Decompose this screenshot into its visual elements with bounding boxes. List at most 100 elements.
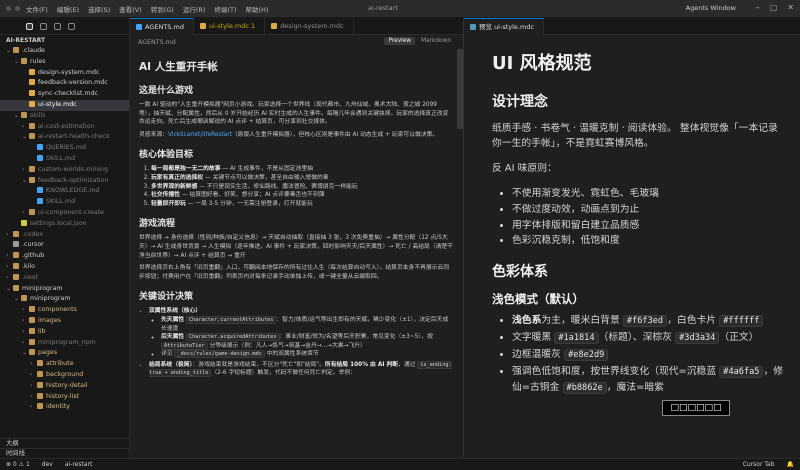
inline-code: AttributeTier	[161, 341, 208, 350]
status-problems[interactable]: ⊗ 0 ⚠ 1	[0, 461, 36, 468]
status-workspace[interactable]: ai-restart	[59, 461, 99, 468]
folder-icon	[37, 381, 43, 388]
tree-label: ai-cost-estimation	[38, 122, 95, 130]
preview-mode-button[interactable]: Preview	[384, 37, 416, 45]
tab-preview-ui-style[interactable]: 预览 ui-style.mdc	[464, 18, 545, 35]
folder-icon	[29, 306, 35, 313]
status-branch[interactable]: dev	[36, 461, 59, 468]
close-icon[interactable]: ✕	[787, 3, 794, 12]
inspiration-link[interactable]: VickScarlet/lifeRestart	[168, 132, 232, 138]
goals-list: 每一局都是独一无二的故事 — AI 生成事件，不是从固定池里抽玩家有真正的选择权…	[139, 165, 453, 208]
tree-folder[interactable]: › .github	[0, 251, 129, 262]
tree-file[interactable]: QUERIES.md	[0, 143, 129, 154]
menu-item[interactable]: 编辑(E)	[57, 4, 79, 14]
menu-item[interactable]: 运行(R)	[183, 4, 206, 14]
tree-label: feedback-version.mdc	[38, 79, 108, 87]
tree-label: ai-restart-health-check	[38, 133, 110, 141]
folder-icon	[13, 230, 19, 237]
color-code: #b8862e	[562, 382, 607, 395]
tree-folder[interactable]: ⌄ rules	[0, 57, 129, 68]
tree-folder[interactable]: › .kilo	[0, 262, 129, 273]
tree-folder[interactable]: ⌄ ai-restart-health-check	[0, 132, 129, 143]
tree-label: components	[38, 306, 77, 314]
sidebar-section-0[interactable]: 大纲	[0, 438, 129, 448]
tree-label: custom-worlds-mining	[38, 165, 108, 173]
menu-item[interactable]: 终端(T)	[214, 4, 236, 14]
bold-text: 轻量即开即玩	[151, 200, 186, 207]
status-cursor-tab[interactable]: Cursor Tab	[737, 461, 781, 468]
bell-icon[interactable]: 🔔	[781, 461, 800, 468]
tree-folder[interactable]: ⌄ skills	[0, 111, 129, 122]
tree-file[interactable]: SKILL.md	[0, 197, 129, 208]
tree-folder[interactable]: ⌄ feedback-optimization	[0, 176, 129, 187]
tree-label: KNOWLEDGE.md	[46, 187, 100, 195]
editor-tab[interactable]: ui-style.mdc 1	[194, 18, 266, 35]
tree-folder[interactable]: › ui-component-create	[0, 208, 129, 219]
tree-folder[interactable]: › attribute	[0, 359, 129, 370]
editor-pane: AGENTS.md ui-style.mdc 1 design-system.mdc…	[130, 18, 464, 458]
extensions-icon[interactable]	[68, 22, 75, 30]
tree-folder[interactable]: › lib	[0, 327, 129, 338]
color-code: #1a1814	[554, 331, 599, 344]
text: （2-6 字短标题）触发，代码不做任何死亡判定。举例：	[211, 370, 356, 377]
tree-folder[interactable]: › images	[0, 316, 129, 327]
tree-folder[interactable]: › history-detail	[0, 381, 129, 392]
list-item: 强调色低饱和度，按世界线变化（现代=沉稳蓝 #4a6fa5，修仙=古铜金 #b8…	[512, 364, 786, 398]
tree-label: .github	[22, 252, 45, 260]
tree-folder[interactable]: › .codex	[0, 230, 129, 241]
tree-file[interactable]: settings.local.json	[0, 219, 129, 230]
menu-item[interactable]: 转到(G)	[151, 4, 174, 14]
tree-folder[interactable]: › ai-cost-estimation	[0, 122, 129, 133]
tree-folder[interactable]: › identity	[0, 402, 129, 413]
tree-file[interactable]: KNOWLEDGE.md	[0, 186, 129, 197]
text: ，魔法=暗紫	[606, 382, 664, 394]
breadcrumb-file[interactable]: AGENTS.md	[138, 39, 176, 46]
markdown-mode-button[interactable]: Markdown	[417, 37, 455, 45]
mdc-icon	[29, 79, 35, 86]
editor-tab[interactable]: AGENTS.md	[130, 18, 194, 35]
menu-item[interactable]: 帮助(H)	[245, 4, 268, 14]
inline-code: Character.acquiredAttributes	[186, 333, 280, 342]
tree-folder[interactable]: › custom-worlds-mining	[0, 165, 129, 176]
menu-item[interactable]: 文件(F)	[26, 4, 48, 14]
section-heading: 核心体验目标	[139, 150, 194, 161]
tree-folder[interactable]: ⌄ miniprogram	[0, 284, 129, 295]
minimize-icon[interactable]: –	[756, 3, 760, 12]
tree-file[interactable]: .cursor	[0, 240, 129, 251]
tree-file[interactable]: feedback-version.mdc	[0, 78, 129, 89]
tree-folder[interactable]: ⌄ pages	[0, 348, 129, 359]
tree-folder[interactable]: › components	[0, 305, 129, 316]
editor-tab[interactable]: design-system.mdc	[265, 18, 354, 35]
bold-text: 浅色系	[512, 315, 542, 327]
md-icon	[37, 154, 43, 161]
tree-folder[interactable]: ⌄ miniprogram	[0, 294, 129, 305]
color-code: #3d3a34	[675, 331, 720, 344]
light-color-list: 浅色系为主，暖米白背景 #f6f3ed，白色卡片 #ffffff 文字暖黑 #1…	[492, 313, 786, 397]
chevron-down-icon: ⌄	[22, 349, 28, 357]
search-icon[interactable]	[40, 22, 47, 30]
list-item: 文字暖黑 #1a1814（标题）、深棕灰 #3d3a34（正文）	[512, 330, 786, 347]
menu-item[interactable]: 选择(S)	[88, 4, 110, 14]
tree-folder[interactable]: ⌄ .claude	[0, 46, 129, 57]
tree-folder[interactable]: › history-list	[0, 392, 129, 403]
maximize-icon[interactable]: ▢	[770, 3, 778, 12]
explorer-icon[interactable]	[26, 22, 33, 30]
tree-folder[interactable]: › miniprogram_npm	[0, 338, 129, 349]
tree-folder[interactable]: › background	[0, 370, 129, 381]
agents-window-button[interactable]: Agents Window	[686, 4, 736, 12]
tree-file[interactable]: SKILL.md	[0, 154, 129, 165]
tree-file[interactable]: design-system.mdc	[0, 68, 129, 79]
sidebar-section-1[interactable]: 时间线	[0, 448, 129, 458]
mdc-icon	[29, 90, 35, 97]
chevron-down-icon: ⌄	[14, 295, 20, 303]
tree-file[interactable]: sync-checklist.mdc	[0, 89, 129, 100]
menu-item[interactable]: 查看(V)	[119, 4, 142, 14]
tree-file[interactable]: ui-style.mdc	[0, 99, 129, 111]
editor-scrollbar[interactable]	[457, 49, 463, 129]
tree-label: skills	[30, 111, 46, 119]
list-item: 轻量即开即玩 — 一局 3-5 分钟，一无需注册登录，打开就能玩	[151, 200, 453, 209]
source-control-icon[interactable]	[54, 22, 61, 30]
tree-folder[interactable]: › .next	[0, 273, 129, 284]
chevron-right-icon: ›	[22, 316, 25, 324]
workspace-root[interactable]: AI-RESTART	[0, 35, 129, 46]
